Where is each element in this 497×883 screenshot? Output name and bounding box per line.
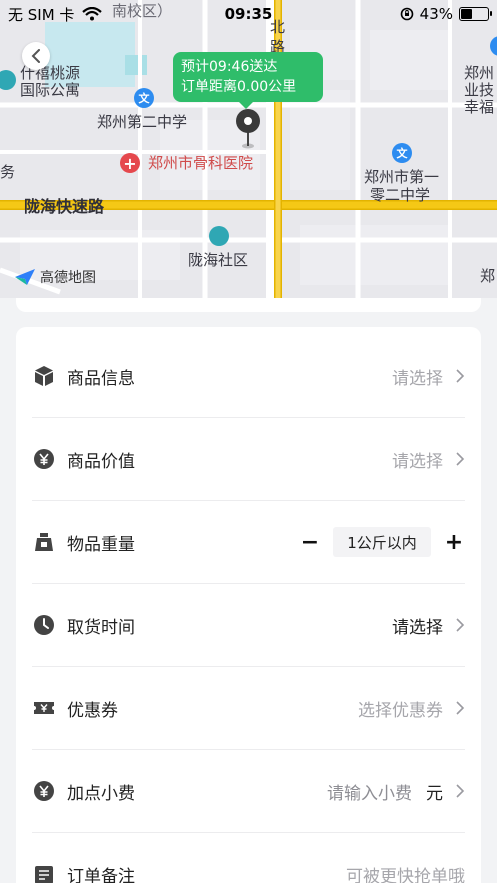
hospital-poi-icon: +: [120, 153, 140, 173]
map-label-right-bottom: 郑: [480, 267, 496, 285]
location-pin-icon: [236, 109, 260, 149]
eta-time: 预计09:46送达: [181, 59, 278, 75]
map-view[interactable]: 南校区） 北 路 什禧桃源 国际公寓 文 郑州第二中学 + 郑州市骨科医院 务 …: [0, 0, 497, 298]
amap-logo-icon: [15, 269, 35, 285]
map-label-school-102-1: 郑州市第一: [364, 168, 440, 186]
chevron-right-icon: [456, 452, 465, 466]
map-label-hospital: 郑州市骨科医院: [148, 154, 254, 172]
pickup-time-row[interactable]: 取货时间 请选择: [32, 584, 465, 667]
order-note-label: 订单备注: [67, 867, 135, 883]
goods-info-value: 请选择: [392, 368, 443, 389]
map-label-community: 陇海社区: [188, 251, 249, 269]
school-102-poi-icon: 文: [392, 143, 412, 163]
chevron-right-icon: [456, 701, 465, 715]
pickup-time-label: 取货时间: [67, 617, 135, 638]
battery-icon: [459, 7, 492, 21]
map-label-school-2: 郑州第二中学: [97, 113, 188, 131]
weight-decrease-button[interactable]: −: [299, 530, 321, 555]
goods-value-label: 商品价值: [67, 451, 135, 472]
school-poi-icon: 文: [134, 88, 154, 108]
box-icon: [33, 365, 55, 387]
weight-icon: [33, 531, 55, 553]
goods-value-row[interactable]: 商品价值 请选择: [32, 418, 465, 501]
order-note-input[interactable]: 可被更快抢单哦: [346, 862, 465, 883]
chevron-right-icon: [456, 784, 465, 798]
coupon-value: 选择优惠券: [358, 700, 443, 721]
chevron-right-icon: [456, 618, 465, 632]
amap-logo-text: 高德地图: [40, 270, 96, 286]
eta-bubble: 预计09:46送达 订单距离0.00公里: [173, 52, 323, 109]
item-weight-label: 物品重量: [67, 534, 135, 555]
coupon-icon: [33, 697, 55, 719]
tip-input[interactable]: 请输入小费: [327, 779, 412, 804]
goods-value-value: 请选择: [392, 451, 443, 472]
coupon-row[interactable]: 优惠券 选择优惠券: [32, 667, 465, 750]
order-form: 商品信息 请选择 商品价值 请选择 物品重量 − 1公斤以内 + 取货时间 请选…: [16, 327, 481, 883]
battery-percent: 43%: [419, 5, 453, 23]
status-bar: 无 SIM 卡 09:35 43%: [0, 0, 497, 28]
map-label-school-102-2: 零二中学: [370, 186, 431, 204]
yuan-icon: [33, 448, 55, 470]
yuan-icon: [33, 780, 55, 802]
item-weight-row: 物品重量 − 1公斤以内 +: [32, 501, 465, 584]
community-poi-icon: [209, 226, 229, 246]
order-note-row[interactable]: 订单备注 可被更快抢单哦: [32, 833, 465, 883]
tip-label: 加点小费: [67, 783, 135, 804]
goods-info-label: 商品信息: [67, 368, 135, 389]
coupon-label: 优惠券: [67, 700, 118, 721]
eta-distance: 订单距离0.00公里: [181, 79, 297, 95]
weight-value: 1公斤以内: [333, 527, 431, 557]
note-icon: [33, 864, 55, 883]
orientation-lock-icon: [400, 7, 413, 21]
map-label-apartment-2: 国际公寓: [20, 81, 81, 99]
map-label-right-3: 幸福: [464, 98, 495, 116]
map-label-left: 务: [0, 163, 16, 181]
chevron-left-icon: [31, 49, 40, 63]
panel-strip: [16, 298, 481, 312]
back-button[interactable]: [22, 42, 50, 70]
chevron-right-icon: [456, 369, 465, 383]
weight-increase-button[interactable]: +: [443, 530, 465, 555]
clock-icon: [33, 614, 55, 636]
tip-row[interactable]: 加点小费 请输入小费 元: [32, 750, 465, 833]
goods-info-row[interactable]: 商品信息 请选择: [32, 335, 465, 418]
pickup-time-value: 请选择: [392, 617, 443, 638]
map-label-road-main: 陇海快速路: [24, 197, 105, 216]
amap-logo: 高德地图: [14, 267, 96, 287]
tip-unit: 元: [426, 783, 443, 804]
